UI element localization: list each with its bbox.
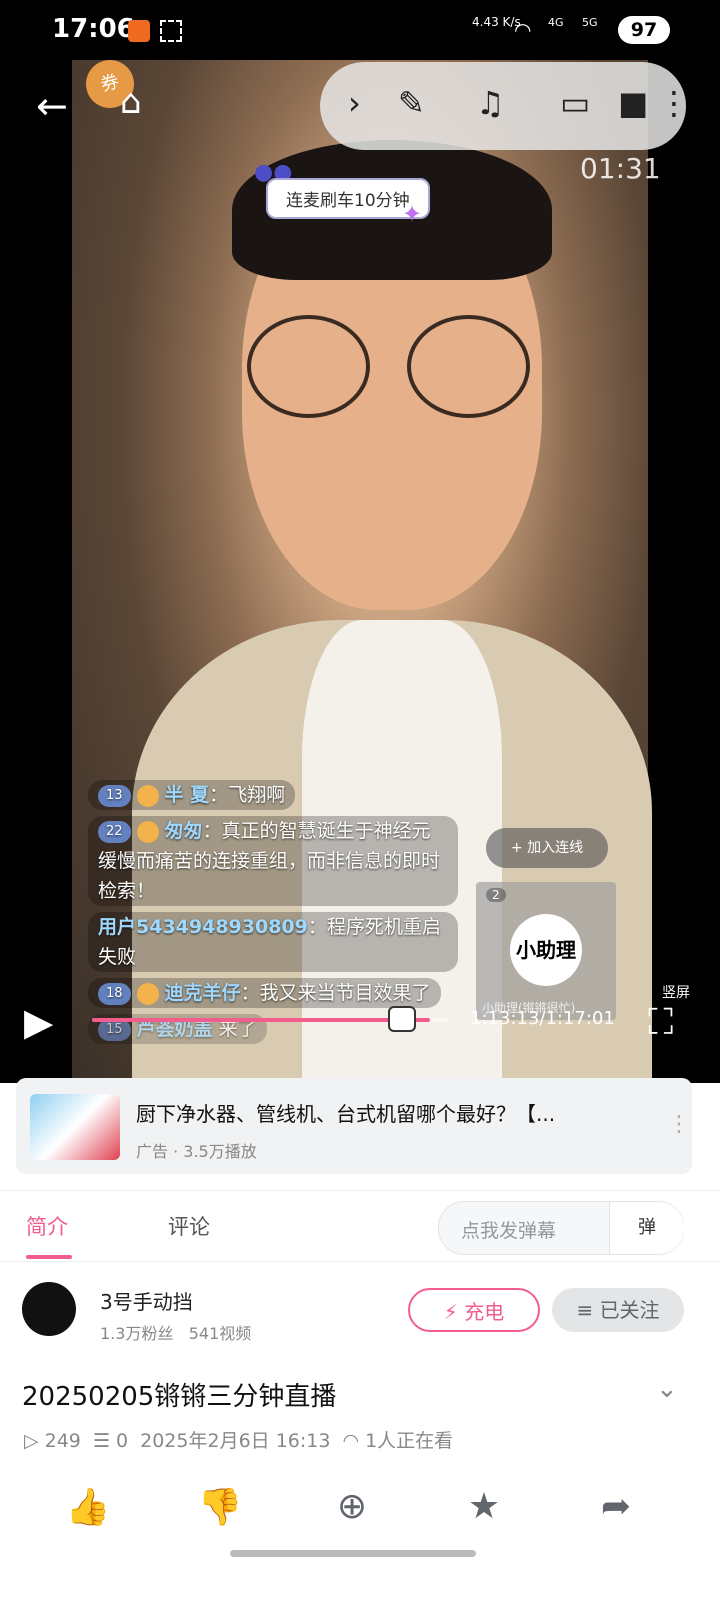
dislike-icon[interactable]: 👎 <box>196 1486 244 1534</box>
tab-intro[interactable]: 简介 <box>26 1211 68 1241</box>
uploader-stats: 1.3万粉丝 541视频 <box>100 1324 252 1343</box>
battery-indicator: 97 <box>618 16 670 44</box>
viewer-count: 2 <box>486 888 506 902</box>
chat-line: 18 迪克羊仔：我又来当节目效果了 <box>88 978 441 1008</box>
chat-line: 用户5434948930809：程序死机重启失败 <box>88 912 458 972</box>
signal-4g-icon: 4G <box>548 16 564 29</box>
status-time: 17:06 <box>52 14 135 44</box>
assistant-logo: 小助理 <box>510 914 582 986</box>
charge-button[interactable]: ⚡ 充电 <box>408 1288 540 1332</box>
cast-tv-icon[interactable]: ▭ <box>560 84 590 122</box>
tab-underline <box>26 1255 72 1259</box>
page-title: 20250205锵锵三分钟直播 <box>22 1382 337 1412</box>
medal-icon <box>136 982 159 1005</box>
play-icon[interactable]: ▶ <box>24 1000 53 1044</box>
chat-line: 22 匆匆：真正的智慧诞生于神经元缓慢而痛苦的连接重组，而非信息的即时检索！ <box>88 816 458 906</box>
pencil-icon[interactable]: ✎ <box>398 84 425 122</box>
medal-icon <box>136 820 159 843</box>
signal-5g-icon: 5G <box>582 16 598 29</box>
time-label: 1:13:13/1:17:01 <box>470 1008 615 1029</box>
progress-thumb-icon[interactable] <box>388 1006 417 1032</box>
danmaku-input[interactable]: 点我发弹幕 <box>461 1216 556 1243</box>
more-icon[interactable]: ⋮ <box>658 84 690 122</box>
follow-button[interactable]: ≡ 已关注 <box>552 1288 684 1332</box>
join-call-button[interactable]: + 加入连线 <box>486 828 608 868</box>
play-count: 249 <box>44 1430 81 1452</box>
tab-comments[interactable]: 评论 <box>168 1211 210 1241</box>
avatar[interactable] <box>22 1282 76 1336</box>
share-icon[interactable]: ➦ <box>592 1486 640 1534</box>
play-count-icon: ▷ <box>24 1430 39 1452</box>
chevron-right-icon[interactable]: › <box>348 84 361 122</box>
glasses-left <box>247 315 370 418</box>
video-player[interactable]: ← 券 ⌂ › ✎ ♫ ▭ ■ ⋮ 01:31 ●● 连麦刷车10分钟 ✦ 13… <box>0 60 720 1083</box>
elapsed-overlay: 01:31 <box>580 152 661 185</box>
chat-line: 13 半 夏：飞翔啊 <box>88 780 296 810</box>
uploader-name[interactable]: 3号手动挡 <box>100 1286 193 1315</box>
ad-card[interactable]: 厨下净水器、管线机、台式机留哪个最好？【... 广告 · 3.5万播放 ⋮ <box>16 1078 692 1174</box>
video-meta: ▷ 249 ☰ 0 2025年2月6日 16:13 ◠ 1人正在看 <box>24 1426 459 1453</box>
back-arrow-icon[interactable]: ← <box>36 84 68 128</box>
publish-date: 2025年2月6日 16:13 <box>140 1430 331 1452</box>
pip-icon[interactable]: ■ <box>618 84 648 122</box>
danmaku-count-icon: ☰ <box>92 1430 110 1452</box>
level-badge: 13 <box>98 784 131 807</box>
player-menu-bar: › ✎ ♫ ▭ ■ ⋮ <box>320 62 690 150</box>
like-icon[interactable]: 👍 <box>64 1486 112 1534</box>
home-icon[interactable]: ⌂ <box>120 82 142 122</box>
watching-count: 1人正在看 <box>365 1430 454 1452</box>
action-bar: 👍 👎 ⊕ ★ ➦ <box>0 1486 720 1546</box>
level-badge: 18 <box>98 982 131 1005</box>
ad-subtitle: 广告 · 3.5万播放 <box>136 1142 257 1161</box>
coin-icon[interactable]: ⊕ <box>328 1486 376 1534</box>
danmaku-input-box[interactable]: 点我发弹幕 弹 <box>438 1201 684 1255</box>
danmaku-count: 0 <box>115 1430 129 1452</box>
progress-fill <box>92 1018 431 1022</box>
fullscreen-icon[interactable]: ⛶ <box>648 1002 673 1044</box>
assistant-window[interactable]: 2 小助理 小助理(锵锵很忙) <box>476 882 616 1020</box>
status-bar: 17:06 4.43 K/s ◠ 4G 5G 97 <box>0 0 720 60</box>
ad-thumbnail <box>30 1094 120 1160</box>
glasses-right <box>407 315 530 418</box>
chevron-down-icon[interactable]: ⌄ <box>656 1374 678 1404</box>
watching-icon: ◠ <box>342 1430 360 1452</box>
listen-mode-icon[interactable]: ♫ <box>476 84 505 122</box>
danmaku-toggle-button[interactable]: 弹 <box>609 1202 684 1254</box>
screenshot-icon <box>160 20 182 42</box>
level-badge: 22 <box>98 820 131 843</box>
more-vertical-icon[interactable]: ⋮ <box>668 1112 690 1137</box>
progress-bar[interactable] <box>92 1006 448 1032</box>
wifi-icon: ◠ <box>514 18 532 42</box>
medal-icon <box>136 784 159 807</box>
tab-bar: 简介 评论 点我发弹幕 弹 <box>0 1190 720 1262</box>
app-notification-icon <box>128 20 150 42</box>
vertical-screen-label: 竖屏 <box>654 980 698 1004</box>
sticker-star-icon: ✦ <box>402 200 423 228</box>
ad-title: 厨下净水器、管线机、台式机留哪个最好？【... <box>136 1102 556 1126</box>
home-indicator[interactable] <box>230 1550 476 1557</box>
favorite-star-icon[interactable]: ★ <box>460 1486 508 1534</box>
